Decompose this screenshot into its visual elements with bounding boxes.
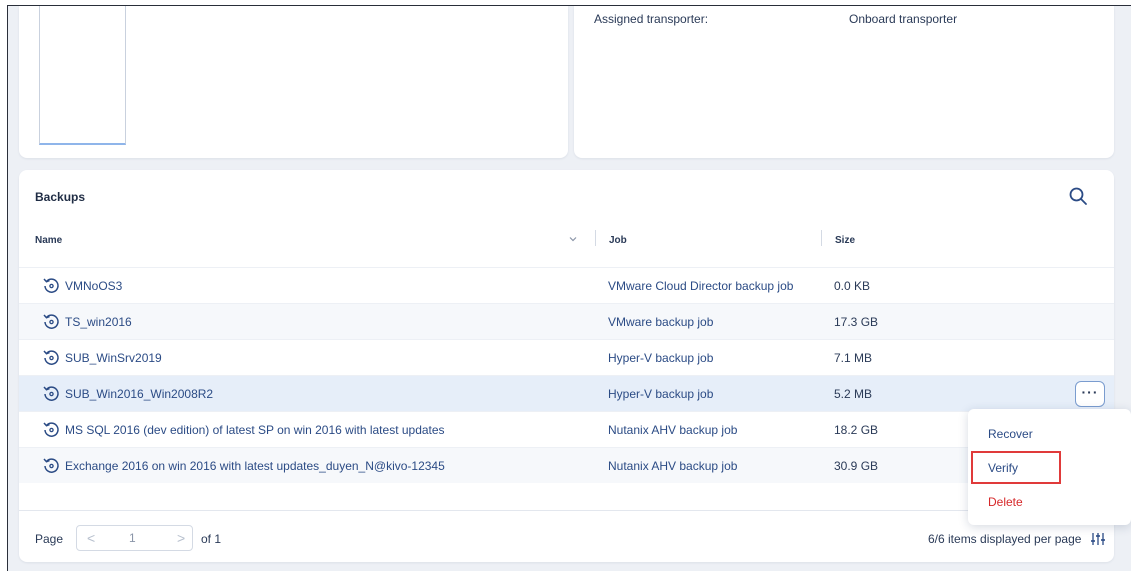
backups-title: Backups (35, 190, 86, 204)
more-actions-button[interactable]: ··· (1075, 381, 1105, 407)
column-header-name[interactable]: Name (35, 235, 62, 246)
backup-restore-icon (43, 386, 59, 401)
next-page-button[interactable]: > (177, 530, 185, 546)
table-row[interactable]: SUB_WinSrv2019 Hyper-V backup job 7.1 MB (19, 339, 1114, 375)
sliders-settings-icon[interactable] (1090, 531, 1106, 547)
backup-size: 30.9 GB (834, 459, 879, 473)
backup-job[interactable]: Nutanix AHV backup job (608, 423, 737, 437)
table-row[interactable]: Exchange 2016 on win 2016 with latest up… (19, 447, 1114, 483)
column-divider (821, 230, 822, 246)
backup-job[interactable]: Hyper-V backup job (608, 387, 713, 401)
column-header-size[interactable]: Size (835, 235, 855, 246)
backup-size: 18.2 GB (834, 423, 879, 437)
footer-divider (19, 510, 1114, 511)
backup-job[interactable]: VMware backup job (608, 315, 713, 329)
backup-restore-icon (43, 278, 59, 293)
pagination-control: < 1 > (76, 525, 193, 551)
backup-name[interactable]: MS SQL 2016 (dev edition) of latest SP o… (65, 423, 445, 437)
menu-item-verify[interactable]: Verify (988, 461, 1018, 475)
backups-card: Backups Name Job Size VMNoOS3 VMware Clo… (19, 170, 1114, 562)
backup-name[interactable]: SUB_Win2016_Win2008R2 (65, 387, 213, 401)
table-header: Name Job Size (19, 230, 1114, 254)
column-divider (595, 230, 596, 246)
previous-page-button[interactable]: < (87, 530, 95, 546)
transporter-label: Assigned transporter: (594, 12, 709, 26)
table-row-selected[interactable]: SUB_Win2016_Win2008R2 Hyper-V backup job… (19, 375, 1114, 411)
backup-job[interactable]: Nutanix AHV backup job (608, 459, 737, 473)
backup-name[interactable]: VMNoOS3 (65, 279, 122, 293)
page-count-label: of 1 (201, 532, 222, 546)
backup-job[interactable]: Hyper-V backup job (608, 351, 713, 365)
page-label: Page (35, 532, 64, 546)
page-frame: Assigned transporter: Onboard transporte… (7, 5, 1131, 571)
menu-item-delete[interactable]: Delete (988, 495, 1023, 509)
chevron-down-icon[interactable] (568, 234, 578, 244)
transporter-value: Onboard transporter (849, 12, 958, 26)
chart-area (39, 6, 126, 145)
search-icon[interactable] (1067, 185, 1089, 207)
table-row[interactable]: TS_win2016 VMware backup job 17.3 GB (19, 303, 1114, 339)
backup-size: 5.2 MB (834, 387, 873, 401)
chart-card (19, 6, 568, 158)
backup-restore-icon (43, 422, 59, 437)
details-card: Assigned transporter: Onboard transporte… (574, 6, 1114, 158)
backup-size: 7.1 MB (834, 351, 873, 365)
backup-restore-icon (43, 350, 59, 365)
page-number-input[interactable]: 1 (129, 531, 136, 545)
backup-restore-icon (43, 314, 59, 329)
column-header-job[interactable]: Job (609, 235, 627, 246)
backup-name[interactable]: TS_win2016 (65, 315, 132, 329)
backup-name[interactable]: SUB_WinSrv2019 (65, 351, 162, 365)
context-menu: Recover Verify Delete (968, 409, 1131, 525)
backup-size: 17.3 GB (834, 315, 879, 329)
table-row[interactable]: VMNoOS3 VMware Cloud Director backup job… (19, 267, 1114, 303)
items-per-page-label: 6/6 items displayed per page (928, 532, 1082, 546)
menu-item-recover[interactable]: Recover (988, 427, 1033, 441)
backup-size: 0.0 KB (834, 279, 871, 293)
backup-job[interactable]: VMware Cloud Director backup job (608, 279, 793, 293)
backup-name[interactable]: Exchange 2016 on win 2016 with latest up… (65, 459, 445, 473)
backup-restore-icon (43, 458, 59, 473)
table-row[interactable]: MS SQL 2016 (dev edition) of latest SP o… (19, 411, 1114, 447)
